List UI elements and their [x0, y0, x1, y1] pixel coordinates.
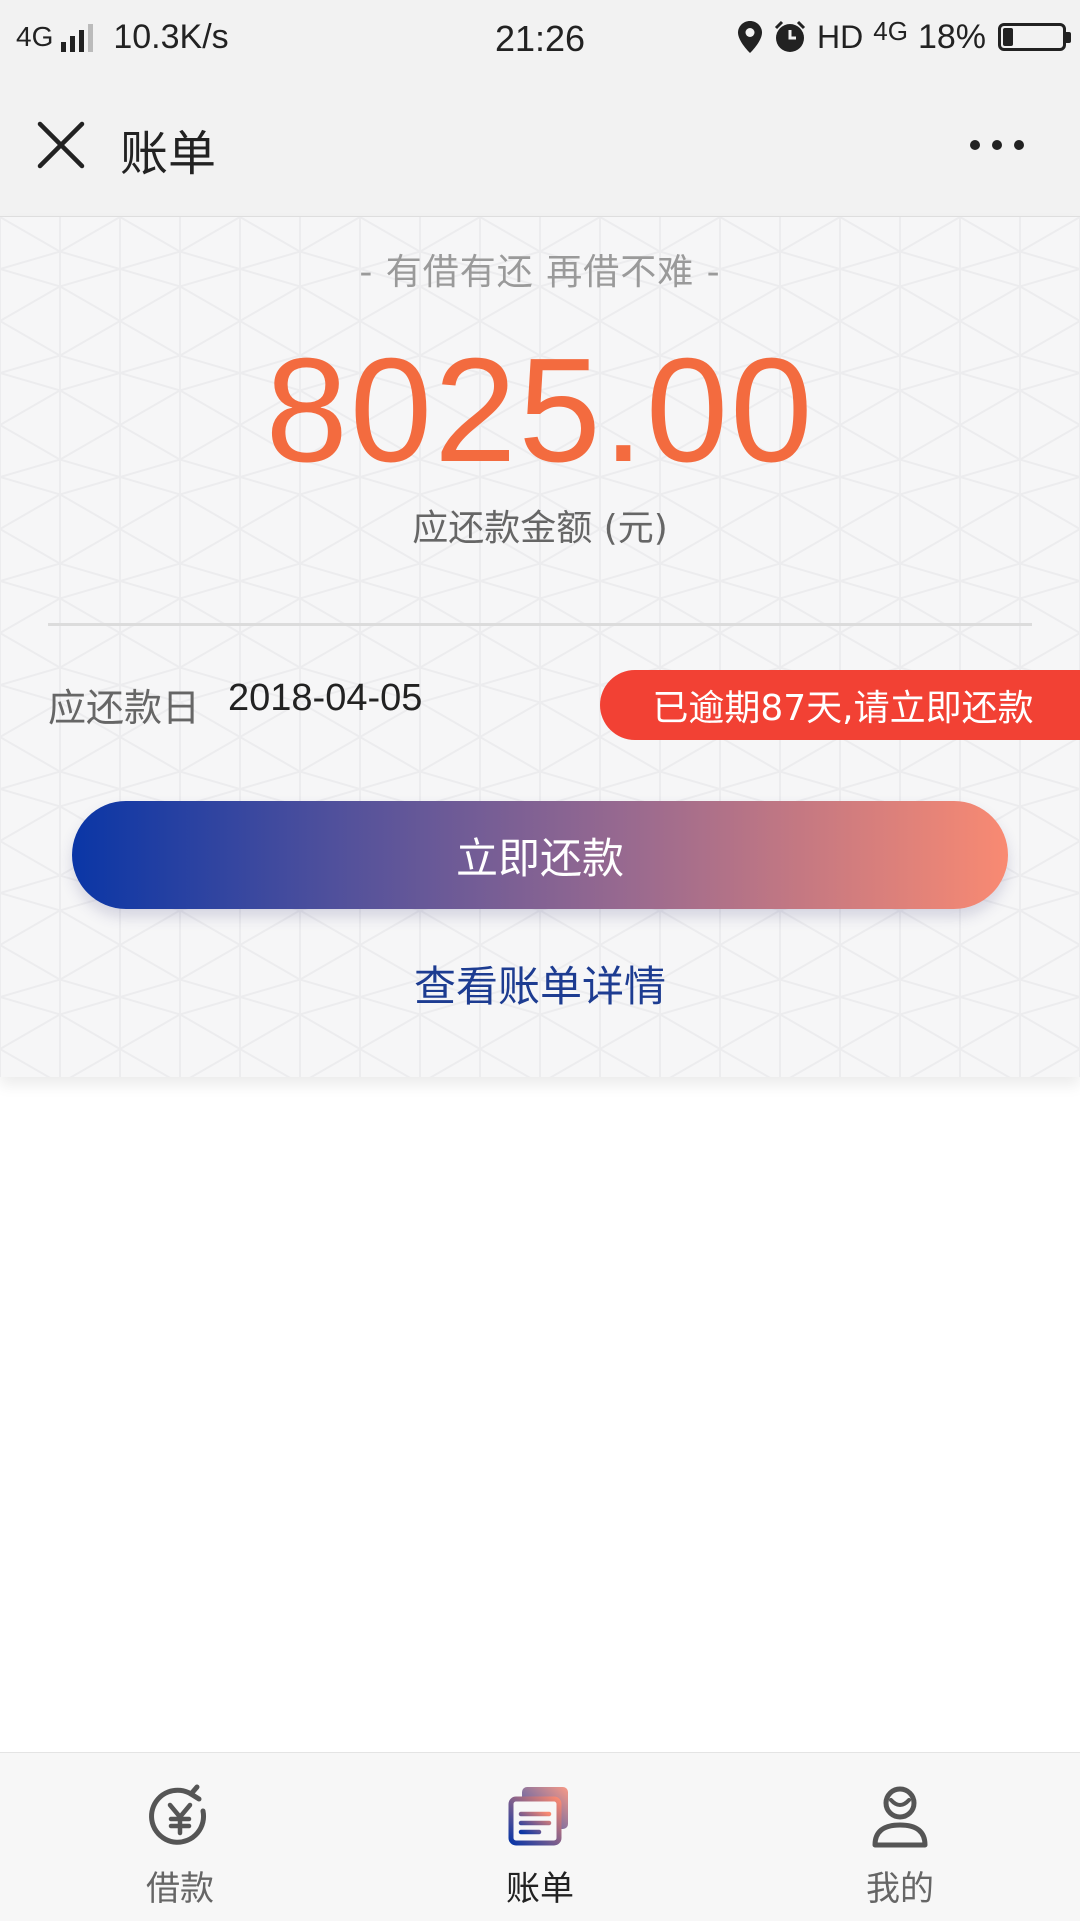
- tab-loan[interactable]: 借款: [0, 1753, 360, 1921]
- due-date-label: 应还款日: [48, 686, 201, 730]
- profile-icon: [872, 1786, 928, 1848]
- overdue-badge: 已逾期87天,请立即还款: [600, 670, 1080, 740]
- alarm-icon: [774, 20, 806, 52]
- tab-label: 账单: [506, 1869, 574, 1909]
- nav-bar: 账单: [0, 74, 1080, 217]
- page-title: 账单: [120, 126, 217, 182]
- status-bar: 4G 10.3K/s 21:26 HD 4G 18%: [0, 0, 1080, 74]
- view-bill-details-link[interactable]: 查看账单详情: [0, 953, 1080, 1014]
- tab-bar: 借款 账单 我的: [0, 1752, 1080, 1921]
- more-icon[interactable]: [964, 134, 1030, 156]
- signal-icon: [61, 22, 94, 52]
- location-icon: [738, 21, 763, 53]
- network-type: 4G: [16, 21, 54, 52]
- close-icon[interactable]: [34, 118, 88, 172]
- hd-indicator: HD: [817, 18, 864, 55]
- battery-percent: 18%: [917, 17, 986, 56]
- tab-label: 借款: [146, 1869, 214, 1909]
- net-speed: 10.3K/s: [113, 17, 229, 56]
- amount-due: 8025.00: [265, 328, 815, 493]
- bill-card: - 有借有还 再借不难 - 8025.00 应还款金额 (元) 应还款日 201…: [0, 217, 1080, 1077]
- status-right: HD 4G 18%: [737, 0, 1071, 74]
- repay-now-button[interactable]: 立即还款: [72, 801, 1008, 909]
- bill-icon: [508, 1787, 568, 1846]
- battery-icon: [998, 23, 1071, 51]
- status-left: 4G 10.3K/s: [16, 0, 229, 74]
- slogan: - 有借有还 再借不难 -: [359, 252, 721, 293]
- tab-label: 我的: [866, 1869, 934, 1909]
- divider: [48, 623, 1032, 626]
- due-date-value: 2018-04-05: [228, 677, 423, 719]
- loan-icon: [149, 1784, 207, 1845]
- amount-label: 应还款金额 (元): [412, 508, 668, 549]
- tab-bill[interactable]: 账单: [360, 1753, 720, 1921]
- tab-profile[interactable]: 我的: [720, 1753, 1080, 1921]
- network-4g: 4G: [873, 15, 908, 46]
